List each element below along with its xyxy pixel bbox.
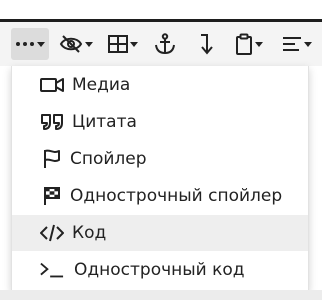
menu-item-inline-spoiler[interactable]: Однострочный спойлер — [12, 178, 308, 214]
paste-button[interactable] — [230, 28, 268, 60]
menu-item-label: Код — [72, 223, 107, 243]
chevron-down-icon — [255, 42, 263, 47]
ellipsis-icon — [15, 41, 35, 47]
menu-item-label: Однострочный код — [74, 260, 245, 280]
menu-item-label: Спойлер — [70, 149, 147, 169]
editor-area — [0, 290, 322, 300]
anchor-button[interactable] — [151, 28, 179, 60]
more-dropdown-menu: Медиа Цитата Спойлер Однострочный спойле… — [11, 66, 309, 291]
table-icon — [108, 35, 128, 53]
menu-item-quote[interactable]: Цитата — [12, 104, 308, 140]
chevron-down-icon — [85, 42, 93, 47]
menu-item-inline-code[interactable]: Однострочный код — [12, 252, 308, 288]
align-button[interactable] — [278, 28, 316, 60]
chevron-down-icon — [304, 42, 312, 47]
line-break-button[interactable] — [193, 28, 219, 60]
more-button[interactable] — [11, 28, 49, 60]
flag-icon — [40, 147, 64, 171]
arrow-down-icon — [199, 33, 213, 55]
chevron-down-icon — [130, 42, 138, 47]
checkered-flag-icon — [40, 184, 64, 208]
chevron-down-icon — [37, 42, 45, 47]
code-icon — [40, 221, 64, 245]
menu-item-label: Медиа — [72, 75, 131, 95]
eye-off-icon — [59, 34, 83, 54]
hide-button[interactable] — [56, 28, 96, 60]
quote-icon — [40, 110, 64, 134]
clipboard-icon — [235, 33, 253, 55]
menu-item-label: Цитата — [72, 112, 137, 132]
menu-item-label: Однострочный спойлер — [70, 186, 283, 206]
align-left-icon — [282, 35, 302, 53]
menu-item-code[interactable]: Код — [12, 215, 308, 251]
menu-item-media[interactable]: Медиа — [12, 67, 308, 103]
menu-item-spoiler[interactable]: Спойлер — [12, 141, 308, 177]
table-button[interactable] — [104, 28, 142, 60]
anchor-icon — [154, 33, 176, 55]
terminal-icon — [40, 258, 64, 282]
video-camera-icon — [40, 73, 64, 97]
